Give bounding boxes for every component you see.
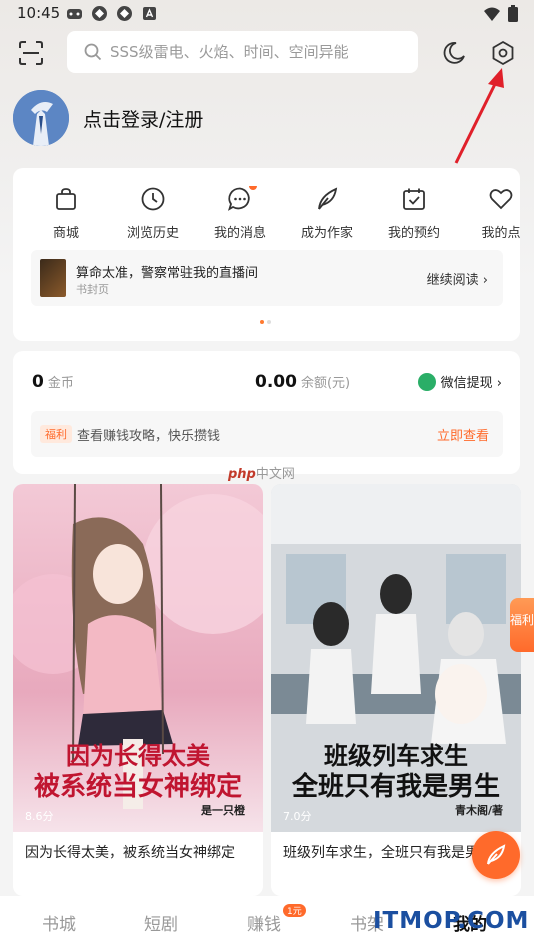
site-watermark: ITMOP.COM	[373, 908, 530, 934]
wechat-icon	[417, 372, 436, 391]
unread-dot	[249, 186, 257, 190]
nav-tab-earn[interactable]: 赚钱	[247, 910, 281, 935]
shield-icon	[91, 5, 108, 22]
wallet-card: 0 金币 0.00 余额(元) 微信提现 › 福利 查看赚钱攻略，快乐攒钱 立即查看	[13, 351, 520, 474]
message-icon	[227, 186, 257, 212]
heart-icon	[488, 186, 514, 212]
wechat-withdraw-label: 微信提现 ›	[440, 376, 502, 391]
coins-label: 金币	[47, 376, 74, 391]
avatar[interactable]	[13, 90, 69, 146]
menu-item-label: 我的预约	[387, 226, 440, 241]
search-bar[interactable]	[67, 31, 418, 73]
write-float-button[interactable]	[472, 831, 520, 879]
quill-icon	[487, 844, 506, 865]
nav-tab-bookstore[interactable]: 书城	[42, 910, 76, 935]
menu-item-mall[interactable]: 商城	[23, 186, 109, 241]
watermark: php中文网	[228, 463, 295, 482]
book-score: 7.0分	[283, 810, 312, 823]
menu-item-messages[interactable]: 我的消息	[197, 186, 283, 241]
gamepad-icon	[66, 5, 83, 22]
page-dot	[267, 320, 271, 324]
quill-icon	[314, 186, 340, 212]
coins-balance[interactable]: 0 金币	[32, 372, 74, 392]
night-mode-button[interactable]	[441, 40, 467, 66]
menu-item-label: 成为作家	[300, 226, 353, 241]
continue-book-subtitle: 书封页	[76, 283, 109, 296]
earn-badge: 1元	[283, 904, 306, 917]
book-score: 8.6分	[25, 810, 54, 823]
earn-guide-bar[interactable]: 福利 查看赚钱攻略，快乐攒钱 立即查看	[31, 411, 503, 457]
continue-book-title: 算命太准，警察常驻我的直播间	[76, 266, 259, 281]
scan-icon	[19, 41, 43, 65]
menu-item-history[interactable]: 浏览历史	[110, 186, 196, 241]
cash-balance[interactable]: 0.00 余额(元)	[255, 372, 350, 392]
coins-value: 0	[32, 372, 44, 392]
page-indicator	[260, 320, 271, 324]
quick-menu-card: 商城 浏览历史 我的消息 成为作家 我的预约 我的点 算命太准，警察常驻我的直播…	[13, 168, 520, 341]
menu-item-become-writer[interactable]: 成为作家	[284, 186, 370, 241]
menu-item-label: 商城	[52, 226, 79, 241]
search-input[interactable]	[110, 43, 410, 61]
cover-author: 是一只橙	[201, 804, 245, 817]
status-bar: 10:45	[0, 0, 534, 28]
earn-guide-text: 查看赚钱攻略，快乐攒钱	[77, 429, 221, 444]
menu-item-label: 浏览历史	[126, 226, 179, 241]
watermark-php: php	[228, 467, 256, 482]
text-icon	[141, 5, 158, 22]
calendar-check-icon	[401, 186, 427, 212]
nav-tab-short-drama[interactable]: 短剧	[144, 910, 178, 935]
continue-reading-button[interactable]: 继续阅读 ›	[427, 269, 488, 288]
scan-button[interactable]	[18, 40, 44, 66]
welfare-float-tab[interactable]: 福利	[510, 598, 534, 652]
welfare-tag: 福利	[40, 425, 72, 443]
status-time: 10:45	[17, 4, 61, 22]
book-title: 因为长得太美，被系统当女神绑定	[25, 845, 235, 861]
shield-icon	[116, 5, 133, 22]
balance-label: 余额(元)	[300, 376, 351, 391]
menu-item-label: 我的点	[481, 226, 520, 241]
clock-icon	[140, 186, 166, 212]
cover-title-line2: 全班只有我是男生	[291, 772, 500, 802]
status-notification-icons	[66, 5, 158, 22]
avatar-image	[13, 90, 69, 146]
settings-button[interactable]	[489, 39, 517, 67]
profile-login[interactable]: 点击登录/注册	[13, 90, 203, 146]
cover-title-line2: 被系统当女神绑定	[33, 772, 242, 802]
status-system-icons	[484, 5, 518, 26]
battery-icon	[508, 5, 518, 26]
gear-icon	[492, 40, 514, 66]
moon-icon	[443, 42, 465, 64]
menu-item-reservations[interactable]: 我的预约	[371, 186, 457, 241]
continue-reading-bar[interactable]: 算命太准，警察常驻我的直播间 书封页 继续阅读 ›	[31, 250, 503, 306]
quick-menu-row: 商城 浏览历史 我的消息 成为作家 我的预约 我的点	[13, 186, 520, 246]
book-thumbnail	[40, 259, 66, 297]
bag-icon	[53, 186, 79, 212]
search-icon	[84, 43, 102, 61]
balance-value: 0.00	[255, 372, 297, 392]
page-dot-active	[260, 320, 264, 324]
wifi-icon	[484, 6, 500, 25]
watermark-cn: 中文网	[255, 467, 295, 482]
menu-item-label: 我的消息	[213, 226, 266, 241]
book-card[interactable]: 因为长得太美 被系统当女神绑定 是一只橙 8.6分 因为长得太美，被系统当女神绑…	[13, 484, 263, 896]
login-register-link[interactable]: 点击登录/注册	[83, 105, 203, 132]
view-now-link[interactable]: 立即查看	[437, 425, 489, 444]
wechat-withdraw-button[interactable]: 微信提现 ›	[417, 372, 502, 391]
menu-item-my-likes[interactable]: 我的点	[458, 186, 520, 241]
cover-author: 青木阁/著	[454, 804, 503, 817]
top-bar	[0, 28, 534, 78]
